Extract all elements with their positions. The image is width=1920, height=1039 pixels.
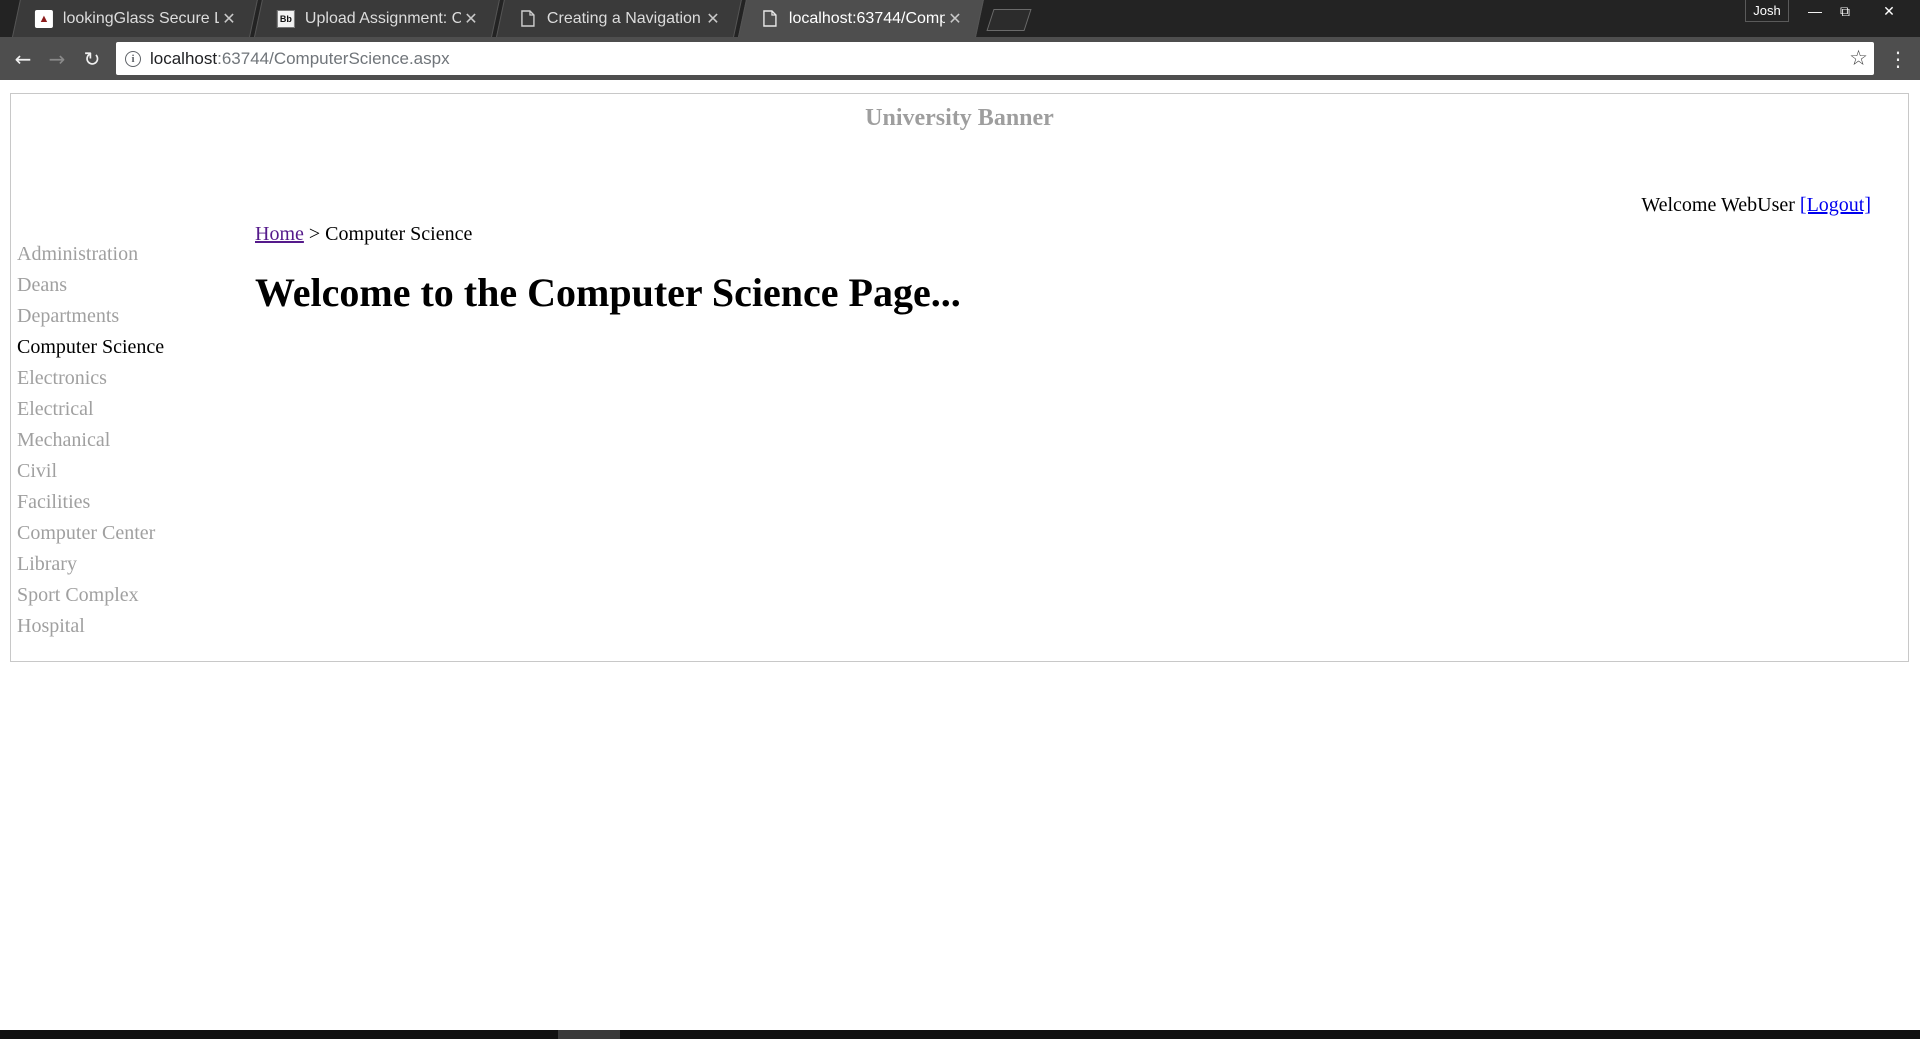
menu-item-computer-science[interactable]: Computer Science	[17, 332, 164, 363]
forward-icon[interactable]: →	[43, 45, 71, 73]
profile-button[interactable]: Josh	[1745, 0, 1789, 22]
url-host: localhost	[150, 48, 218, 68]
tab-close-icon[interactable]: ✕	[703, 9, 723, 29]
menu-item-facilities[interactable]: Facilities	[17, 487, 164, 518]
tab-close-icon[interactable]: ✕	[219, 9, 239, 29]
restore-icon[interactable]: ⧉	[1830, 0, 1860, 22]
menu-item-library[interactable]: Library	[17, 549, 164, 580]
menu-item-electronics[interactable]: Electronics	[17, 363, 164, 394]
logout-link[interactable]: [Logout]	[1800, 194, 1871, 216]
document-icon	[761, 10, 779, 28]
url-path: :63744/ComputerScience.aspx	[217, 48, 450, 68]
minimize-icon[interactable]: —	[1800, 0, 1830, 22]
blackboard-favicon-icon: Bb	[276, 9, 295, 28]
menu-item-hospital[interactable]: Hospital	[17, 611, 164, 642]
tab-title: Creating a Navigation M	[546, 9, 703, 27]
menu-item-mechanical[interactable]: Mechanical	[17, 425, 164, 456]
breadcrumb: Home > Computer Science	[255, 223, 472, 246]
menu-item-electrical[interactable]: Electrical	[17, 394, 164, 425]
university-banner: University Banner	[865, 105, 1054, 131]
menu-item-administration[interactable]: Administration	[17, 239, 164, 270]
page-frame: University Banner Welcome WebUser [Logou…	[10, 93, 1909, 662]
tab-title: Upload Assignment: Cre	[304, 9, 461, 27]
breadcrumb-current: Computer Science	[325, 223, 473, 245]
tab-localhost-active[interactable]: localhost:63744/Comput ✕	[738, 0, 984, 37]
menu-item-departments[interactable]: Departments	[17, 301, 164, 332]
tab-strip: ▲ lookingGlass Secure Logi ✕ Bb Upload A…	[0, 0, 1920, 37]
welcome-text: Welcome WebUser	[1641, 194, 1795, 216]
tab-upload-assignment[interactable]: Bb Upload Assignment: Cre ✕	[254, 0, 500, 37]
menu-item-sport-complex[interactable]: Sport Complex	[17, 580, 164, 611]
tab-close-icon[interactable]: ✕	[461, 9, 481, 29]
os-taskbar	[0, 1030, 1920, 1039]
back-icon[interactable]: ←	[9, 45, 37, 73]
page-title: Welcome to the Computer Science Page...	[255, 270, 961, 315]
tab-title: lookingGlass Secure Logi	[62, 9, 219, 27]
tab-title: localhost:63744/Comput	[788, 9, 945, 27]
info-icon[interactable]: i	[125, 50, 141, 67]
tab-lookingglass[interactable]: ▲ lookingGlass Secure Logi ✕	[12, 0, 258, 37]
new-tab-button[interactable]	[986, 9, 1032, 31]
breadcrumb-separator: >	[308, 223, 321, 245]
reload-icon[interactable]: ↻	[78, 45, 106, 73]
tab-creating-navigation[interactable]: Creating a Navigation M ✕	[496, 0, 742, 37]
lookingglass-favicon-icon: ▲	[34, 9, 53, 28]
breadcrumb-home-link[interactable]: Home	[255, 223, 304, 245]
tab-close-icon[interactable]: ✕	[945, 9, 965, 29]
page-viewport: University Banner Welcome WebUser [Logou…	[0, 80, 1920, 1030]
taskbar-item[interactable]	[558, 1030, 620, 1039]
browser-menu-icon[interactable]: ⋮	[1886, 45, 1910, 73]
close-window-icon[interactable]: ✕	[1874, 0, 1904, 22]
menu-item-computer-center[interactable]: Computer Center	[17, 518, 164, 549]
bookmark-star-icon[interactable]: ☆	[1849, 46, 1868, 70]
document-icon	[519, 10, 537, 28]
welcome-area: Welcome WebUser [Logout]	[1641, 194, 1871, 217]
menu-item-deans[interactable]: Deans	[17, 270, 164, 301]
menu-item-civil[interactable]: Civil	[17, 456, 164, 487]
address-bar[interactable]: i localhost:63744/ComputerScience.aspx ☆	[116, 42, 1874, 75]
side-menu: Administration Deans Departments Compute…	[17, 239, 164, 642]
